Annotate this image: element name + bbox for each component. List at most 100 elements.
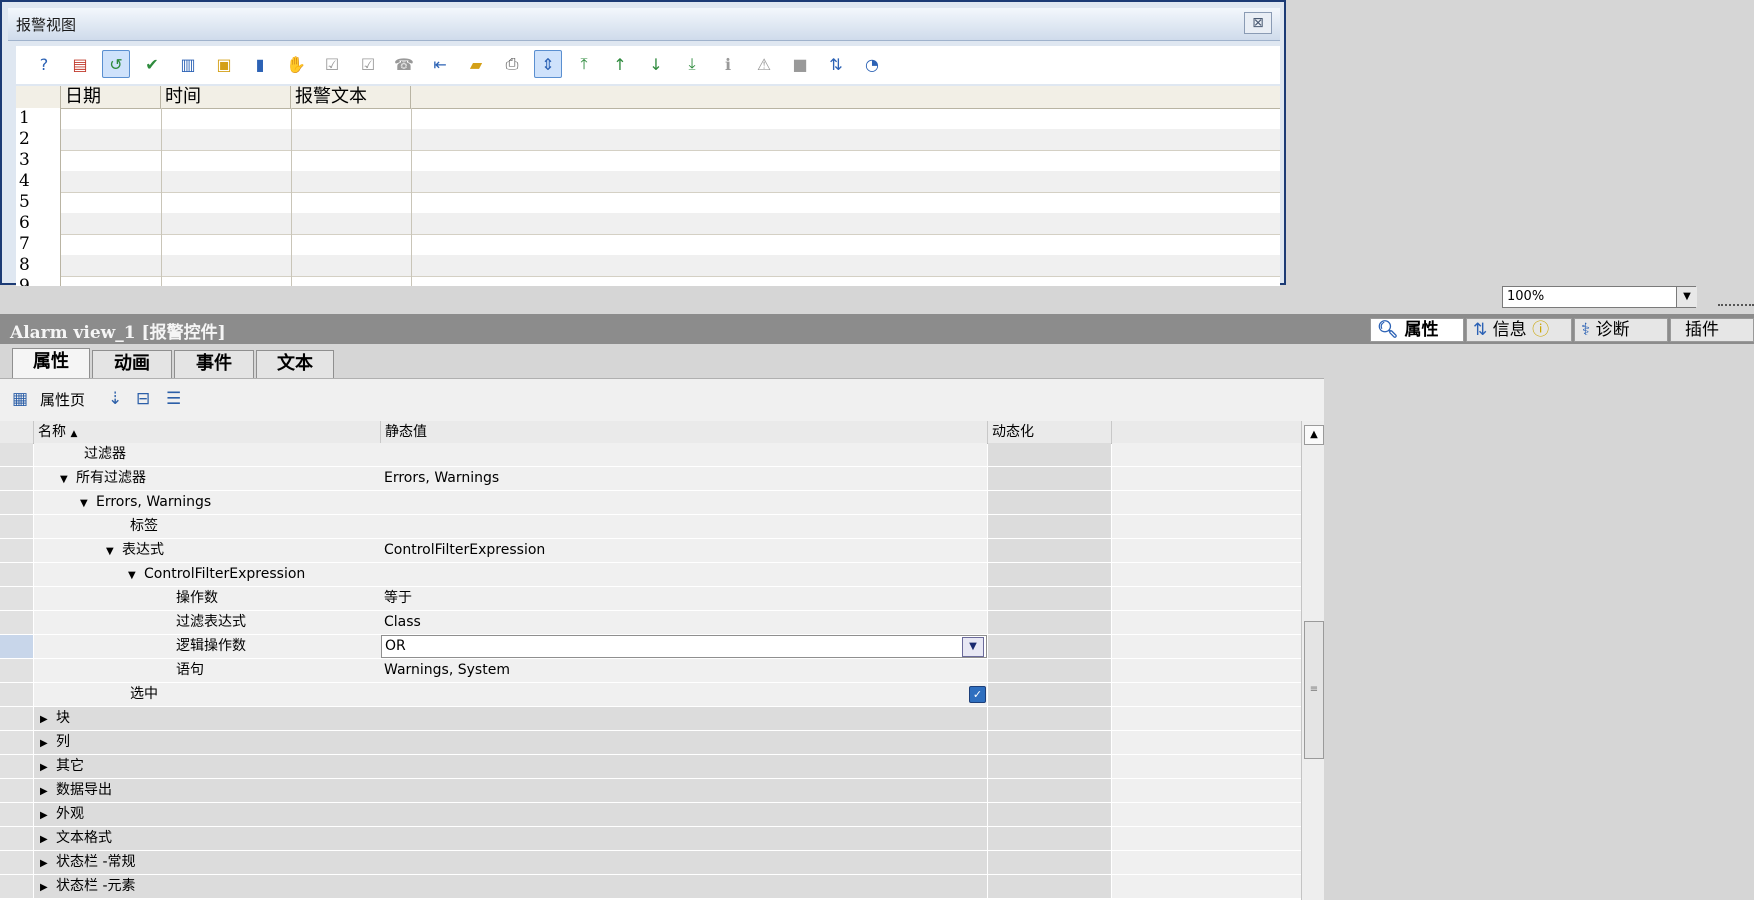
property-row-selected[interactable]: 逻辑操作数 OR ▼: [0, 635, 1301, 659]
chart-icon[interactable]: ▮: [246, 50, 274, 78]
property-group-row[interactable]: ▶ 状态栏 -元素: [0, 875, 1301, 899]
property-page-icon[interactable]: ▦: [12, 389, 28, 409]
expanded-triangle-icon[interactable]: ▼: [106, 540, 122, 563]
hand-icon[interactable]: ✋: [282, 50, 310, 78]
property-row[interactable]: 选中 ✓: [0, 683, 1301, 707]
tab-diagnostics[interactable]: ⚕ 诊断: [1574, 318, 1668, 342]
table-row[interactable]: 1: [16, 108, 1280, 130]
expanded-triangle-icon[interactable]: ▼: [60, 468, 76, 491]
acknowledge-icon[interactable]: ✔: [138, 50, 166, 78]
property-value[interactable]: [381, 491, 987, 514]
collapsed-triangle-icon[interactable]: ▶: [40, 708, 56, 731]
table-row[interactable]: 7: [16, 234, 1280, 256]
property-group-row[interactable]: ▶ 列: [0, 731, 1301, 755]
tab-plugins[interactable]: 插件: [1670, 318, 1754, 342]
lock-icon[interactable]: ▣: [210, 50, 238, 78]
property-row[interactable]: 过滤表达式 Class: [0, 611, 1301, 635]
scrollbar-thumb[interactable]: ≡: [1304, 621, 1324, 759]
column-header-dynamic[interactable]: 动态化: [988, 421, 1112, 443]
top-icon[interactable]: ⤒: [570, 50, 598, 78]
property-value[interactable]: [381, 443, 987, 466]
column-header-date[interactable]: 日期: [61, 86, 161, 108]
warning-icon[interactable]: ⚠: [750, 50, 778, 78]
padlock-icon[interactable]: ■: [786, 50, 814, 78]
collapsed-triangle-icon[interactable]: ▶: [40, 780, 56, 803]
print-icon[interactable]: ⎙: [498, 50, 526, 78]
table-row[interactable]: 5: [16, 192, 1280, 214]
subtab-events[interactable]: 事件: [174, 350, 254, 378]
sort-icon[interactable]: ⇅: [822, 50, 850, 78]
expanded-triangle-icon[interactable]: ▼: [80, 492, 96, 515]
folder-icon[interactable]: ▰: [462, 50, 490, 78]
property-group-row[interactable]: ▶ 其它: [0, 755, 1301, 779]
vertical-scrollbar[interactable]: ▲ ≡: [1301, 421, 1324, 900]
property-row[interactable]: 操作数 等于: [0, 587, 1301, 611]
table-row[interactable]: 2: [16, 129, 1280, 151]
export-icon[interactable]: ⇤: [426, 50, 454, 78]
logic-operator-select[interactable]: OR ▼: [381, 635, 987, 658]
column-header-static-value[interactable]: 静态值: [381, 421, 988, 443]
collapsed-triangle-icon[interactable]: ▶: [40, 756, 56, 779]
chevron-down-icon[interactable]: ▼: [962, 637, 984, 657]
check-icon[interactable]: ☑: [318, 50, 346, 78]
up-icon[interactable]: ↑: [606, 50, 634, 78]
property-group-row[interactable]: ▶ 数据导出: [0, 779, 1301, 803]
table-row[interactable]: 3: [16, 150, 1280, 172]
property-row[interactable]: ▼ 所有过滤器 Errors, Warnings: [0, 467, 1301, 491]
property-value[interactable]: Warnings, System: [381, 659, 987, 682]
table-row[interactable]: 9: [16, 276, 1280, 286]
expand-all-icon[interactable]: ☰: [166, 389, 181, 409]
subtab-texts[interactable]: 文本: [256, 350, 334, 378]
collapsed-triangle-icon[interactable]: ▶: [40, 852, 56, 875]
property-group-row[interactable]: ▶ 文本格式: [0, 827, 1301, 851]
info-icon[interactable]: ℹ: [714, 50, 742, 78]
clock-icon[interactable]: ◔: [858, 50, 886, 78]
property-row[interactable]: 标签: [0, 515, 1301, 539]
property-group-row[interactable]: ▶ 块: [0, 707, 1301, 731]
alarm-list-icon[interactable]: ▥: [174, 50, 202, 78]
property-row[interactable]: ▼ ControlFilterExpression: [0, 563, 1301, 587]
table-row[interactable]: 8: [16, 255, 1280, 277]
tab-info[interactable]: ⇅ 信息 ⓘ: [1466, 318, 1572, 342]
collapse-icon[interactable]: ⊟: [136, 389, 150, 409]
scroll-icon[interactable]: ⇕: [534, 50, 562, 78]
table-row[interactable]: 6: [16, 213, 1280, 235]
property-value[interactable]: [381, 563, 987, 586]
zoom-select[interactable]: 100%: [1502, 286, 1696, 308]
property-row[interactable]: 过滤器: [0, 443, 1301, 467]
column-header-name[interactable]: 名称 ▲: [34, 421, 381, 443]
zoom-slider[interactable]: [1718, 290, 1754, 306]
collapsed-triangle-icon[interactable]: ▶: [40, 876, 56, 899]
property-value[interactable]: [381, 515, 987, 538]
expanded-triangle-icon[interactable]: ▼: [128, 564, 144, 587]
phone-icon[interactable]: ☎: [390, 50, 418, 78]
column-header-time[interactable]: 时间: [161, 86, 291, 108]
subtab-animations[interactable]: 动画: [92, 350, 172, 378]
selected-checkbox[interactable]: ✓: [969, 686, 986, 703]
property-value[interactable]: Class: [381, 611, 987, 634]
collapsed-triangle-icon[interactable]: ▶: [40, 828, 56, 851]
collapsed-triangle-icon[interactable]: ▶: [40, 732, 56, 755]
sort-az-icon[interactable]: ⇣: [108, 389, 122, 409]
property-page-label[interactable]: 属性页: [40, 389, 85, 410]
edit-icon[interactable]: ▤: [66, 50, 94, 78]
column-header-alarm-text[interactable]: 报警文本: [291, 86, 411, 108]
chevron-down-icon[interactable]: ▼: [1676, 287, 1697, 307]
check-gray-icon[interactable]: ☑: [354, 50, 382, 78]
property-group-row[interactable]: ▶ 状态栏 -常规: [0, 851, 1301, 875]
property-value[interactable]: 等于: [381, 587, 987, 610]
property-group-row[interactable]: ▶ 外观: [0, 803, 1301, 827]
tab-properties[interactable]: 🔍︎ 属性: [1370, 318, 1464, 342]
subtab-properties[interactable]: 属性: [12, 348, 90, 378]
bottom-icon[interactable]: ⤓: [678, 50, 706, 78]
collapsed-triangle-icon[interactable]: ▶: [40, 804, 56, 827]
property-row[interactable]: ▼ 表达式 ControlFilterExpression: [0, 539, 1301, 563]
loop-alarm-icon[interactable]: ↺: [102, 50, 130, 78]
property-row[interactable]: ▼ Errors, Warnings: [0, 491, 1301, 515]
down-icon[interactable]: ↓: [642, 50, 670, 78]
property-row[interactable]: 语句 Warnings, System: [0, 659, 1301, 683]
table-row[interactable]: 4: [16, 171, 1280, 193]
chevron-up-icon[interactable]: ▲: [1304, 425, 1324, 445]
property-value[interactable]: Errors, Warnings: [381, 467, 987, 490]
close-icon[interactable]: ⊠: [1244, 12, 1272, 34]
